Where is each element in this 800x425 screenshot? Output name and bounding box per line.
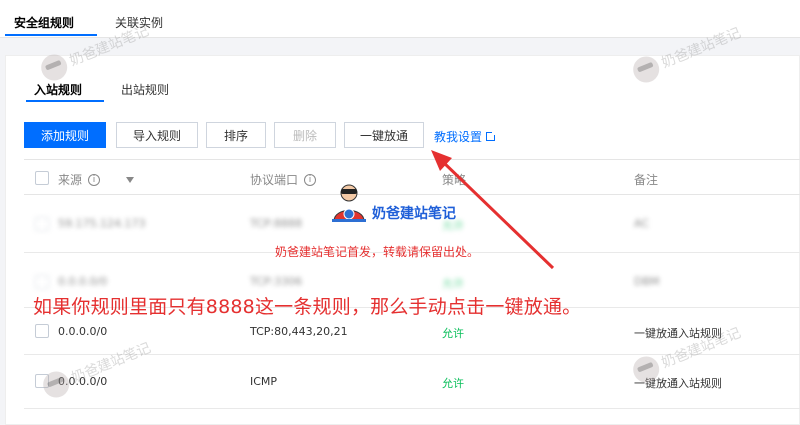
active-tab-indicator [5, 34, 97, 36]
select-all-checkbox[interactable] [35, 171, 49, 185]
logo-text: 奶爸建站笔记 [372, 206, 456, 222]
add-rule-button[interactable]: 添加规则 [24, 122, 106, 148]
header-policy: 策略 [442, 171, 466, 188]
info-icon[interactable]: i [304, 173, 317, 186]
header-policy-label: 策略 [442, 173, 467, 187]
one-click-open-button[interactable]: 一键放通 [344, 122, 424, 148]
row-protocol: ICMP [250, 375, 278, 388]
row-protocol: TCP:3306 [250, 275, 303, 288]
row-source: 59.175.124.173 [58, 217, 146, 230]
header-note: 备注 [634, 171, 658, 188]
info-icon[interactable]: i [88, 173, 101, 186]
row-checkbox[interactable] [35, 217, 49, 231]
nanny-logo-icon [332, 184, 366, 222]
table-header: 来源 i 协议端口 i 策略 备注 [24, 159, 800, 195]
row-checkbox[interactable] [35, 275, 49, 289]
tab-outbound-rules[interactable]: 出站规则 [121, 81, 169, 98]
import-rule-button[interactable]: 导入规则 [116, 122, 198, 148]
row-source: 0.0.0.0/0 [58, 325, 108, 338]
header-protocol: 协议端口 i [250, 171, 317, 188]
tab-security-rules[interactable]: 安全组规则 [14, 14, 74, 31]
filter-icon[interactable] [126, 176, 135, 183]
header-source: 来源 i [58, 171, 135, 188]
sort-button[interactable]: 排序 [206, 122, 266, 148]
help-setup-label: 教我设置 [434, 130, 483, 144]
row-source: 0.0.0.0/0 [58, 275, 108, 288]
row-protocol: TCP:8888 [250, 217, 303, 230]
header-source-label: 来源 [58, 173, 83, 187]
row-checkbox[interactable] [35, 324, 49, 338]
delete-button[interactable]: 删除 [274, 122, 336, 148]
row-protocol: TCP:80,443,20,21 [250, 325, 348, 338]
tab-inbound-rules[interactable]: 入站规则 [34, 81, 82, 98]
row-policy: 允许 [442, 327, 464, 340]
help-setup-link[interactable]: 教我设置 [434, 128, 498, 145]
row-note: DBM [634, 275, 660, 288]
row-policy: 允许 [442, 377, 464, 390]
active-subtab-indicator [26, 100, 104, 102]
header-protocol-label: 协议端口 [250, 173, 299, 187]
external-link-icon [486, 130, 498, 141]
instruction-annotation: 如果你规则里面只有8888这一条规则，那么手动点击一键放通。 [33, 296, 582, 318]
copyright-note: 奶爸建站笔记首发，转载请保留出处。 [275, 245, 480, 259]
row-note: AC [634, 217, 650, 230]
header-note-label: 备注 [634, 173, 659, 187]
row-policy: 允许 [442, 277, 464, 290]
